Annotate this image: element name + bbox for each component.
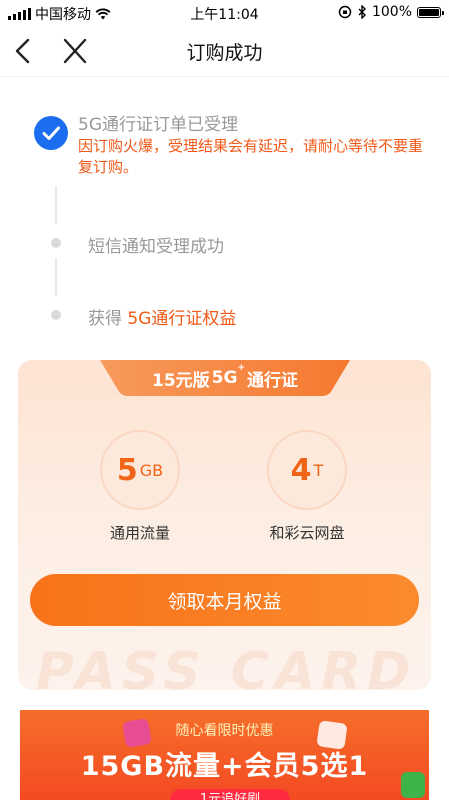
rotation-lock-icon	[338, 5, 352, 19]
step-dot	[51, 310, 61, 320]
step-obtain-prefix: 获得	[88, 309, 122, 329]
step-connector	[55, 258, 57, 296]
step-sms-notice: 短信通知受理成功	[88, 237, 224, 257]
step-dot	[51, 238, 61, 248]
promo-banner[interactable]: 随心看限时优惠 15GB流量+会员5选1 1元追好剧	[20, 710, 429, 800]
benefit-label: 通用流量	[109, 524, 170, 542]
bluetooth-icon	[358, 5, 366, 19]
benefit-cloud-storage: 4T 和彩云网盘	[265, 430, 349, 543]
tab-5g: 5G+	[211, 363, 245, 388]
step-delay-notice: 因订购火爆，受理结果会有延迟，请耐心等待不要重复订购。	[78, 137, 424, 176]
benefit-data: 5 GB 通用流量	[98, 430, 182, 543]
benefit-value: 4	[290, 452, 312, 488]
step-title-accepted: 5G通行证订单已受理	[78, 115, 238, 135]
check-icon	[34, 116, 68, 150]
battery-percent: 100%	[371, 4, 412, 20]
page-title: 订购成功	[186, 42, 263, 64]
tab-prefix: 15元版	[151, 370, 210, 391]
pass-card: PASS CARD 15元版 5G+ 通行证 5 GB 通用流量 4T 和彩云网盘…	[18, 360, 431, 690]
step-obtain: 获得 5G通行证权益	[88, 304, 236, 329]
battery-icon	[417, 6, 444, 18]
benefit-unit: GB	[139, 460, 164, 480]
step-connector	[55, 186, 57, 224]
benefit-circle: 4T	[267, 430, 347, 510]
benefit-circle: 5 GB	[100, 430, 180, 510]
banner-title: 15GB流量+会员5选1	[80, 751, 369, 782]
step-obtain-highlight: 5G通行证权益	[127, 309, 237, 329]
banner-subtitle: 随心看限时优惠	[175, 723, 274, 739]
status-right: 100%	[338, 4, 444, 20]
claim-benefits-button[interactable]: 领取本月权益	[30, 574, 419, 626]
status-bar: 中国移动 上午11:04 100%	[0, 0, 449, 26]
banner-pill[interactable]: 1元追好剧	[170, 789, 290, 800]
tab-suffix: 通行证	[247, 370, 298, 391]
card-tab-label: 15元版 5G+ 通行证	[100, 360, 350, 396]
benefit-label: 和彩云网盘	[269, 524, 345, 542]
card-watermark: PASS CARD	[36, 642, 417, 690]
benefit-unit: T	[313, 460, 324, 480]
benefit-value: 5	[116, 452, 138, 488]
nav-bar: 订购成功	[0, 26, 449, 77]
